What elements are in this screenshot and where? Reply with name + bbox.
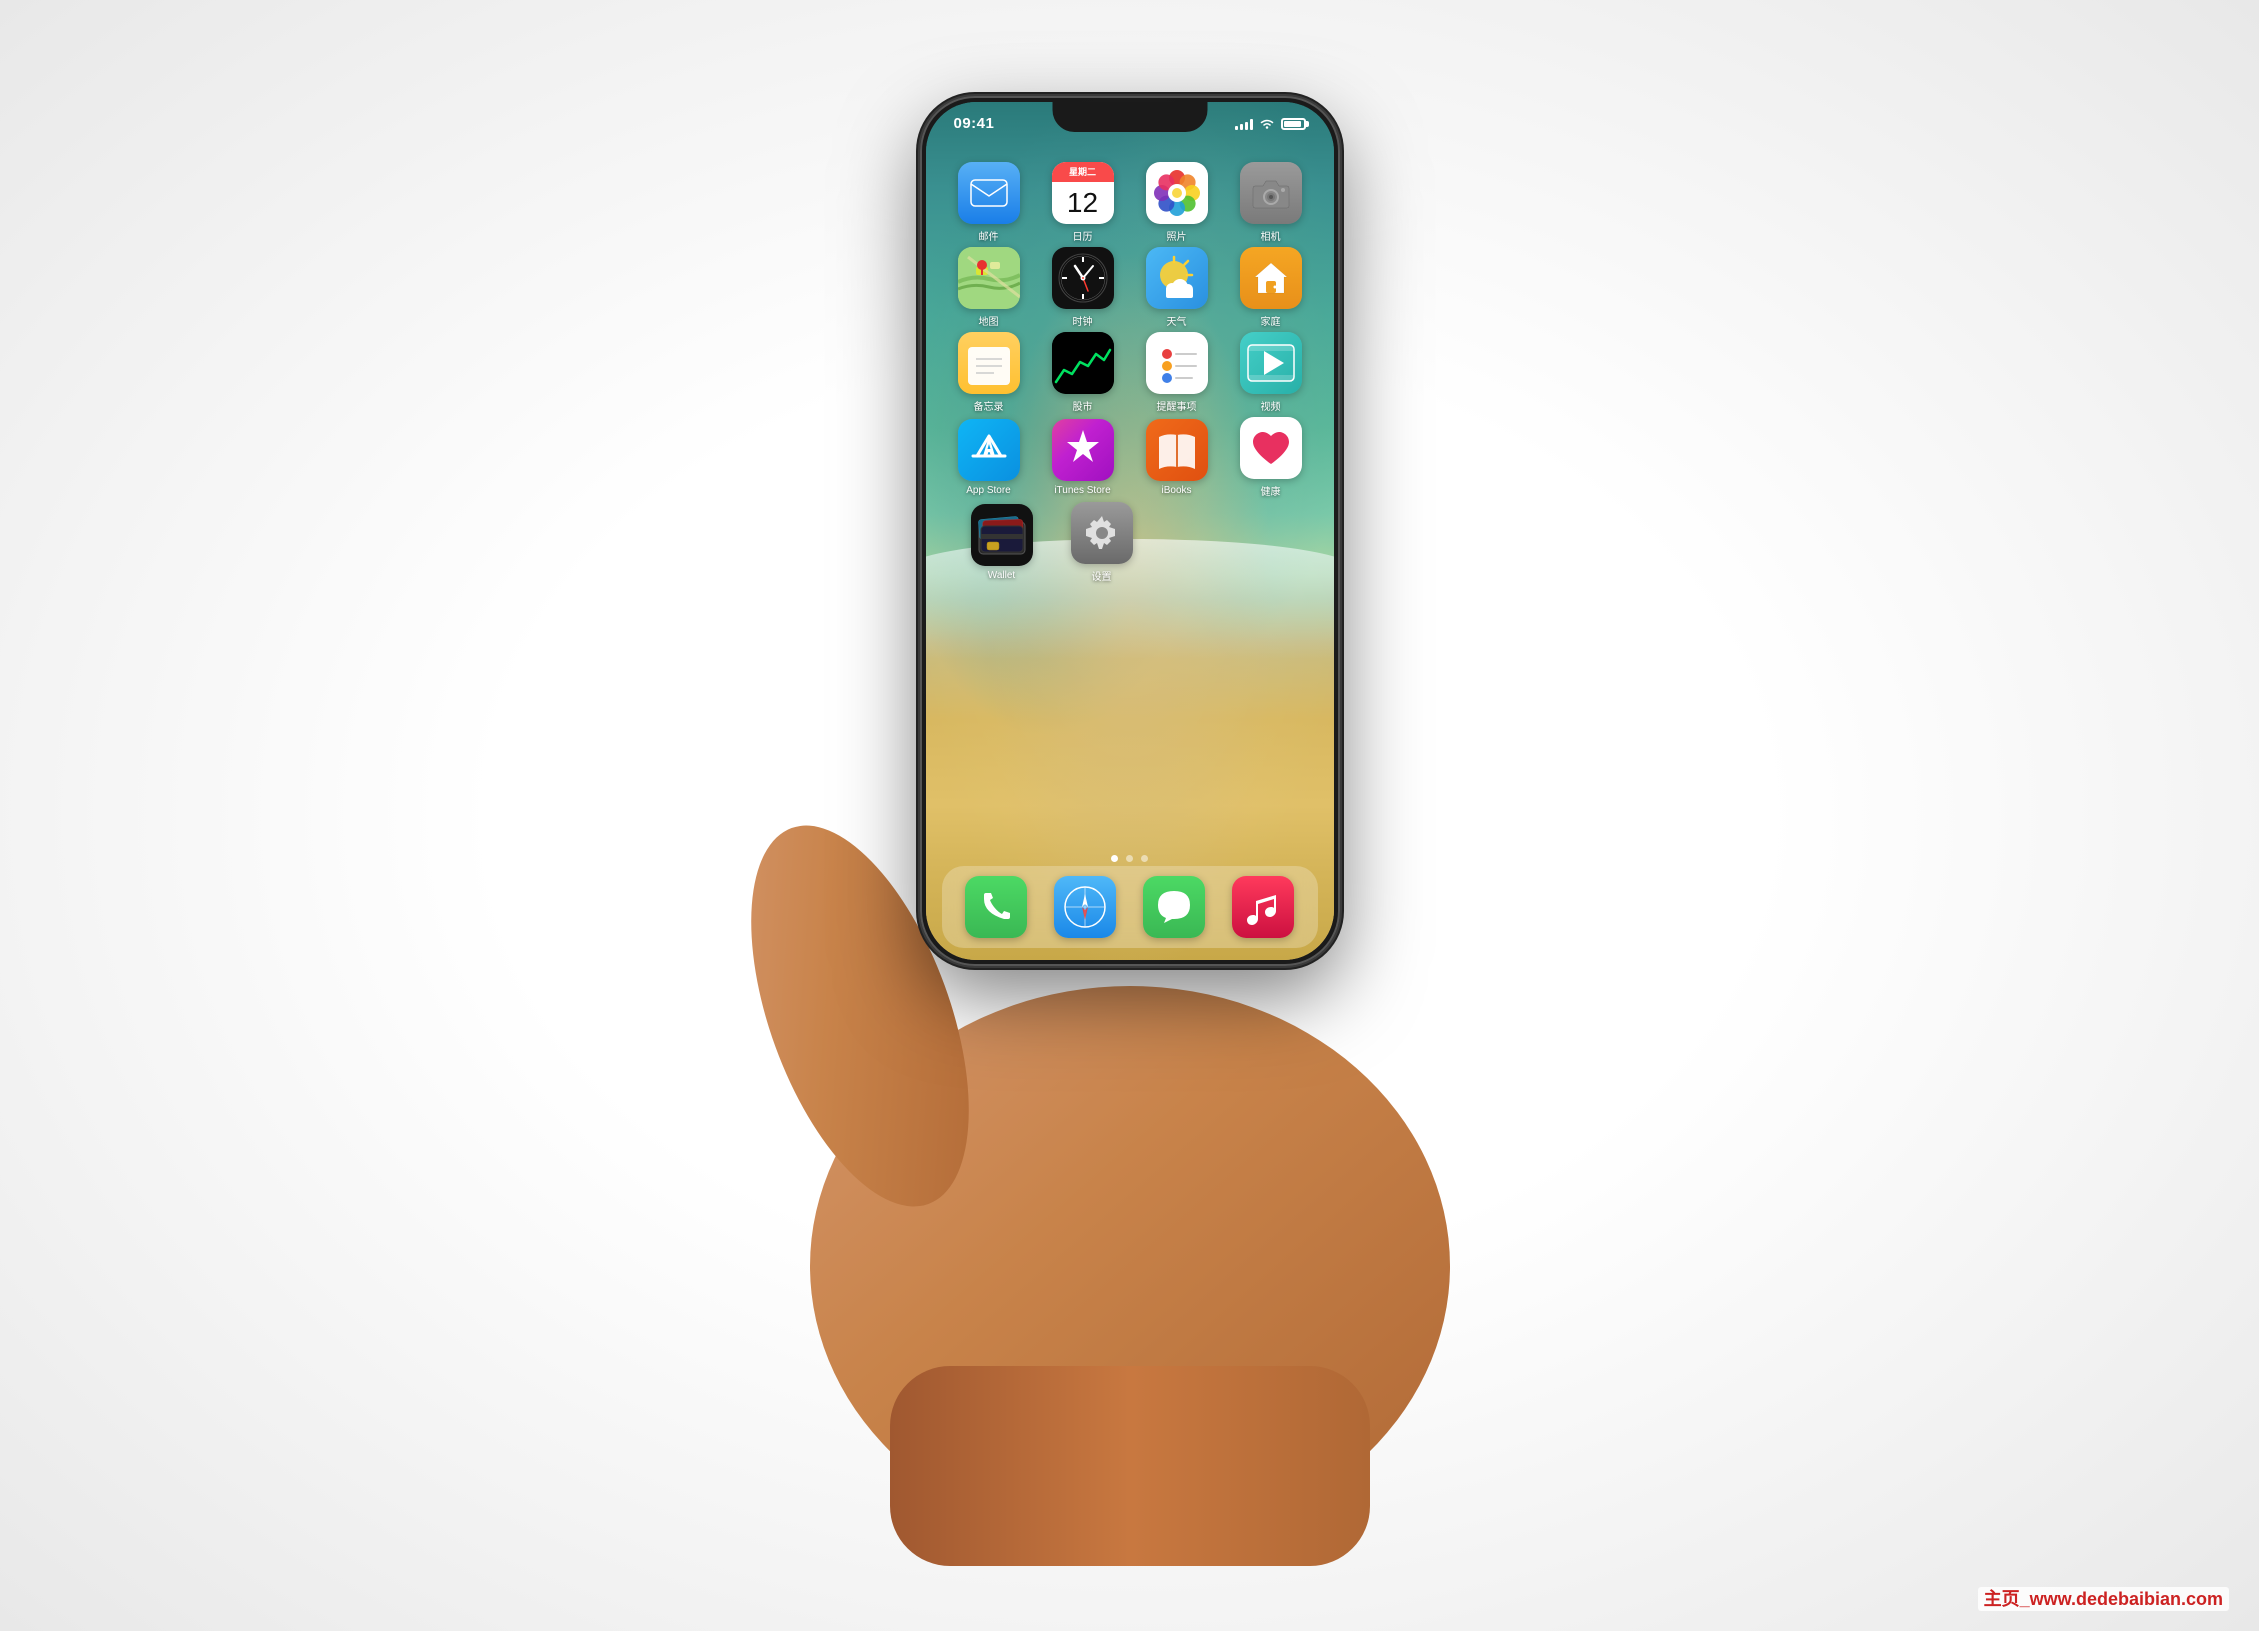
app-calendar-label: 日历 [1073,228,1093,243]
app-stocks[interactable]: 股市 [1043,332,1123,413]
app-wallet[interactable]: Wallet [962,504,1042,581]
app-camera-label: 相机 [1261,228,1281,243]
app-grid: 邮件 星期二 12 日历 [926,154,1334,860]
page-dots [926,855,1334,862]
app-videos-label: 视频 [1261,398,1281,413]
dock-phone[interactable] [961,876,1031,938]
app-videos[interactable]: 视频 [1231,332,1311,413]
app-home-label: 家庭 [1261,313,1281,328]
app-notes-label: 备忘录 [974,398,1004,413]
notch [1052,102,1207,132]
app-wallet-label: Wallet [988,570,1015,581]
app-health[interactable]: 健康 [1231,417,1311,498]
page-dot-1[interactable] [1111,855,1118,862]
app-stocks-label: 股市 [1073,398,1093,413]
app-camera[interactable]: 相机 [1231,162,1311,243]
app-health-label: 健康 [1261,483,1281,498]
calendar-date: 12 [1067,187,1098,219]
app-weather[interactable]: 天气 [1137,247,1217,328]
status-icons [1235,118,1306,130]
hand-container: 09:41 [680,66,1580,1566]
app-calendar[interactable]: 星期二 12 日历 [1043,162,1123,243]
iphone-frame: 09:41 [920,96,1340,966]
dock-music[interactable] [1228,876,1298,938]
watermark: 主页_www.dedebaibian.com [1978,1585,2229,1611]
app-appstore-label: App Store [966,485,1010,496]
app-itunes[interactable]: iTunes Store [1043,419,1123,496]
app-ibooks-label: iBooks [1161,485,1191,496]
calendar-header: 星期二 [1052,162,1114,182]
app-maps-label: 地图 [979,313,999,328]
app-mail[interactable]: 邮件 [949,162,1029,243]
app-row-5: Wallet 设置 [942,502,1318,583]
app-home[interactable]: 家庭 [1231,247,1311,328]
app-row-1: 邮件 星期二 12 日历 [942,162,1318,243]
app-row-2: 地图 [942,247,1318,328]
app-itunes-label: iTunes Store [1054,485,1110,496]
app-reminders[interactable]: 提醒事项 [1137,332,1217,413]
app-row-3: 备忘录 股市 [942,332,1318,413]
app-weather-label: 天气 [1167,313,1187,328]
app-photos-label: 照片 [1167,228,1187,243]
status-time: 09:41 [954,115,995,132]
signal-icon [1235,118,1253,130]
app-notes[interactable]: 备忘录 [949,332,1029,413]
app-settings[interactable]: 设置 [1062,502,1142,583]
app-clock[interactable]: 时钟 [1043,247,1123,328]
page-dot-2[interactable] [1126,855,1133,862]
app-clock-label: 时钟 [1073,313,1093,328]
app-reminders-label: 提醒事项 [1157,398,1197,413]
dock-safari[interactable] [1050,876,1120,938]
dock [942,866,1318,948]
page-dot-3[interactable] [1141,855,1148,862]
app-maps[interactable]: 地图 [949,247,1029,328]
app-row-4: App Store iTunes Store [942,417,1318,498]
app-settings-label: 设置 [1092,568,1112,583]
app-mail-label: 邮件 [979,228,999,243]
app-photos[interactable]: 照片 [1137,162,1217,243]
app-ibooks[interactable]: iBooks [1137,419,1217,496]
dock-messages[interactable] [1139,876,1209,938]
iphone-screen: 09:41 [926,102,1334,960]
watermark-text: 主页_www.dedebaibian.com [1978,1587,2229,1611]
battery-icon [1281,118,1306,130]
app-appstore[interactable]: App Store [949,419,1029,496]
wifi-icon [1259,118,1275,130]
